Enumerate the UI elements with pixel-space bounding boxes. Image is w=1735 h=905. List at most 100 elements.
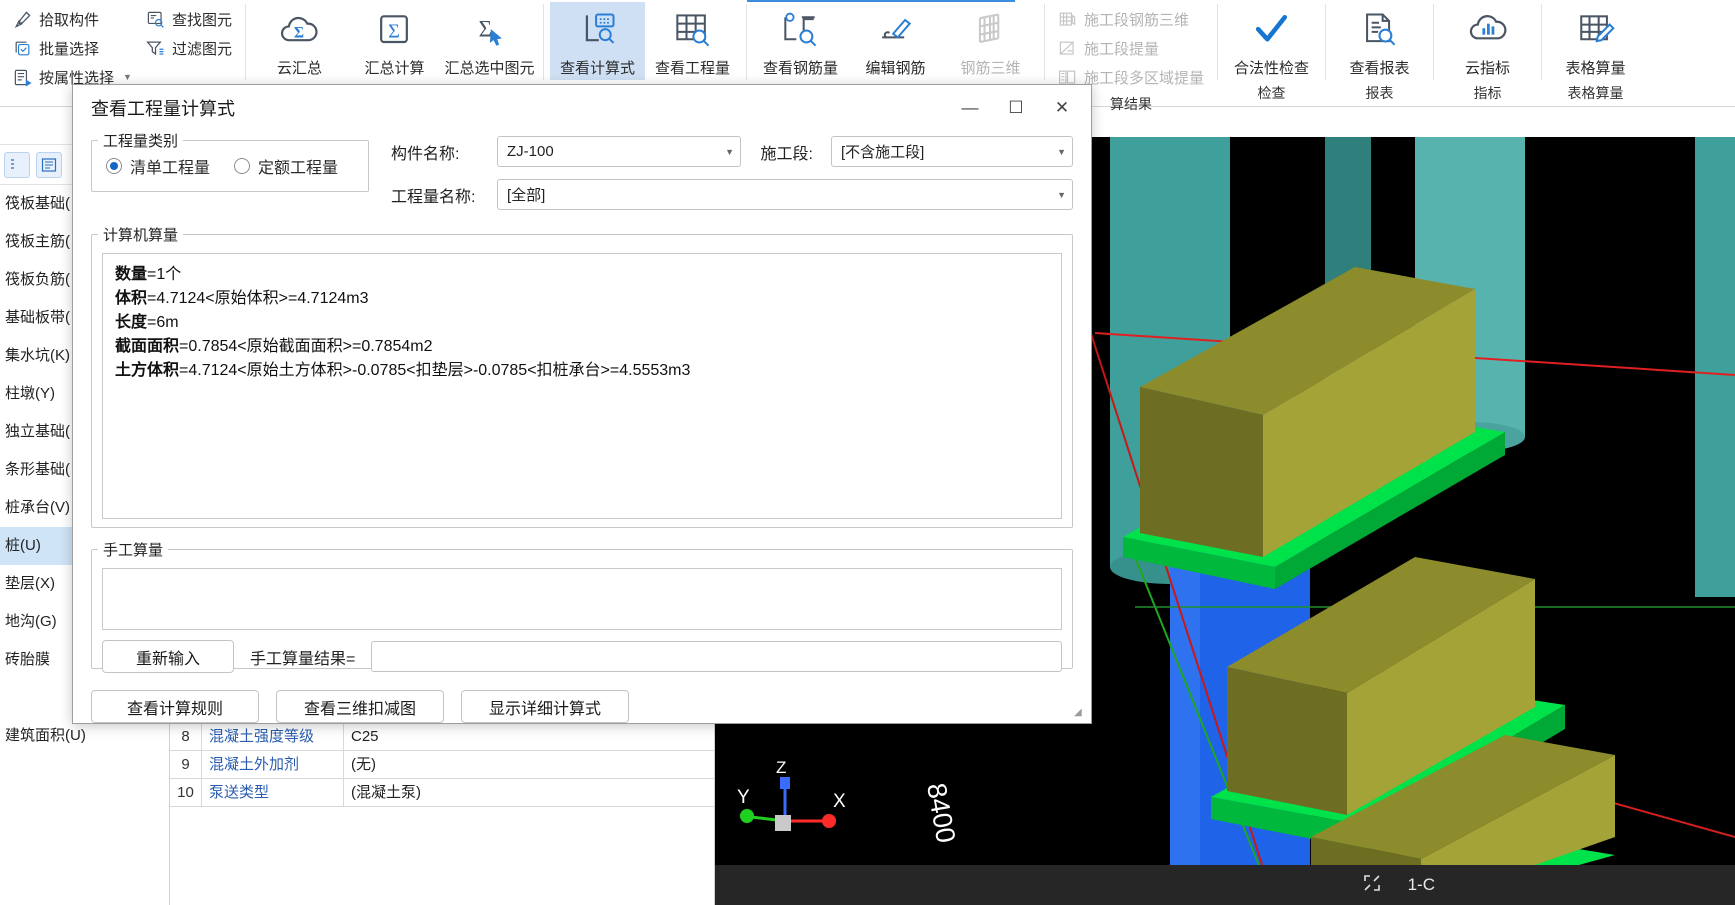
axis-label-x: X — [833, 791, 846, 812]
btn-label: 编辑钢筋 — [865, 60, 926, 77]
btn-rebar-3d-icon[interactable]: 钢筋三维 — [943, 2, 1038, 80]
ribbon-group-check: 合法性检查 检查 — [1218, 0, 1325, 106]
svg-text:Σ: Σ — [479, 17, 492, 42]
btn-label: 查看钢筋量 — [762, 60, 838, 77]
quantity-name-label: 工程量名称: — [391, 188, 476, 206]
ribbon-group-label-check: 检查 — [1257, 85, 1286, 101]
chevron-down-icon: ▼ — [725, 146, 734, 157]
footer-button[interactable]: 查看计算规则 — [91, 690, 259, 723]
cmd-filter-element-icon[interactable]: 过滤图元 — [139, 34, 239, 62]
table-row[interactable]: 10 泵送类型 (混凝土泵) — [170, 779, 714, 807]
cmd-label: 批量选择 — [39, 40, 100, 58]
quantity-name-combo[interactable]: [全部] ▼ — [497, 179, 1073, 210]
ribbon-group-label-table: 表格算量 — [1567, 85, 1624, 101]
btn-label: 钢筋三维 — [960, 60, 1021, 77]
fit-view-icon[interactable] — [1362, 873, 1382, 898]
table-row[interactable]: 9 混凝土外加剂 (无) — [170, 751, 714, 779]
table-row[interactable]: 8 混凝土强度等级 C25 — [170, 723, 714, 751]
manual-result-input[interactable] — [371, 641, 1062, 672]
computer-calc-textarea[interactable]: 数量=1个 体积=4.7124<原始体积>=4.7124m3 长度=6m 截面面积=0… — [102, 253, 1062, 519]
ribbon-group-label-report: 报表 — [1365, 85, 1394, 101]
btn-view-report-icon[interactable]: 查看报表 — [1332, 2, 1427, 80]
radio-option[interactable]: 清单工程量 — [106, 154, 210, 178]
calc-line: 体积=4.7124<原始体积>=4.7124m3 — [115, 287, 1049, 311]
viewport-status-text: 1-C — [1407, 875, 1435, 894]
radio-label: 定额工程量 — [258, 160, 339, 177]
cmd-section-rebar-3d-icon[interactable]: 施工段钢筋三维 — [1051, 5, 1211, 33]
cmd-section-extract-icon[interactable]: 施工段提量 — [1051, 34, 1211, 62]
cmd-label: 施工段多区域提量 — [1083, 69, 1204, 87]
btn-view-rebar-qty-icon[interactable]: 查看钢筋量 — [753, 2, 848, 80]
calc-line: 长度=6m — [115, 311, 1049, 335]
property-table: 8 混凝土强度等级 C25 9 混凝土外加剂 (无) 10 泵送类型 (混凝土泵) — [170, 723, 715, 905]
calc-line-name: 体积 — [115, 290, 148, 307]
cmd-pick-element-icon[interactable]: 拾取构件 — [6, 5, 139, 33]
btn-table-calc-icon[interactable]: 表格算量 — [1548, 2, 1643, 80]
view-quantity-icon — [670, 7, 714, 55]
detail-view-icon[interactable] — [36, 151, 62, 178]
btn-sigma-cursor-icon[interactable]: Σ 汇总选中图元 — [442, 2, 537, 80]
calc-line: 土方体积=4.7124<原始土方体积>-0.0785<扣垫层>-0.0785<扣… — [115, 359, 1049, 383]
btn-view-quantity-icon[interactable]: 查看工程量 — [645, 2, 740, 80]
resize-grip[interactable]: ◢ — [1074, 708, 1086, 720]
btn-sigma-box-icon[interactable]: Σ 汇总计算 — [347, 2, 442, 80]
report-button-row: 查看报表 — [1326, 0, 1433, 80]
list-view-icon[interactable] — [4, 151, 30, 178]
btn-cloud-metrics-icon[interactable]: 云指标 — [1440, 2, 1535, 80]
cmd-label: 施工段提量 — [1083, 40, 1159, 58]
minimize-button[interactable]: — — [947, 86, 993, 130]
cmd-batch-select-icon[interactable]: 批量选择 — [6, 34, 139, 62]
calc-line-name: 数量 — [115, 266, 148, 283]
quantity-category-group: 工程量类别 清单工程量 定额工程量 — [91, 130, 369, 192]
calc-line-expr: =1个 — [147, 266, 182, 283]
row-value[interactable]: (无) — [344, 751, 714, 778]
batch-select-icon — [13, 39, 32, 58]
row-name: 混凝土外加剂 — [202, 751, 344, 778]
view-report-icon — [1357, 7, 1401, 55]
computer-calc-legend: 计算机算量 — [103, 227, 179, 244]
btn-cloud-sum-icon[interactable]: Σ 云汇总 — [252, 2, 347, 80]
footer-button[interactable]: 显示详细计算式 — [461, 690, 629, 723]
radio-option[interactable]: 定额工程量 — [234, 154, 338, 178]
check-mark-icon — [1249, 7, 1293, 55]
check-button-row: 合法性检查 — [1218, 0, 1325, 80]
row-value[interactable]: C25 — [344, 723, 714, 750]
calc-line-name: 截面面积 — [115, 338, 180, 355]
footer-button[interactable]: 查看三维扣减图 — [276, 690, 444, 723]
btn-view-formula-icon[interactable]: 查看计算式 — [549, 2, 645, 80]
btn-edit-rebar-icon[interactable]: 编辑钢筋 — [848, 2, 943, 80]
cmd-label: 拾取构件 — [39, 11, 100, 29]
calc-line: 数量=1个 — [115, 263, 1049, 287]
find-element-icon — [146, 10, 165, 29]
rebar-3d-icon — [968, 7, 1012, 55]
chevron-down-icon[interactable]: ▼ — [123, 72, 132, 82]
quantity-name-value: [全部] — [507, 187, 546, 204]
viewport-status-bar: 1-C — [715, 865, 1735, 905]
section-value: [不含施工段] — [841, 144, 925, 161]
chevron-down-icon: ▼ — [1057, 146, 1066, 157]
close-button[interactable]: ✕ — [1039, 86, 1085, 130]
manual-result-label: 手工算量结果= — [250, 650, 356, 668]
ribbon-group-label-metrics: 指标 — [1473, 85, 1502, 101]
table-calc-icon — [1573, 7, 1617, 55]
manual-calc-textarea[interactable] — [102, 568, 1062, 630]
btn-label: 云指标 — [1464, 60, 1510, 77]
filter-element-icon — [146, 39, 165, 58]
btn-check-mark-icon[interactable]: 合法性检查 — [1224, 2, 1319, 80]
component-name-combo[interactable]: ZJ-100 ▼ — [497, 136, 741, 167]
cmd-find-element-icon[interactable]: 查找图元 — [139, 5, 239, 33]
sigma-cursor-icon: Σ — [467, 7, 511, 55]
btn-label: 汇总选中图元 — [444, 60, 535, 77]
manual-calc-group: 手工算量 重新输入 手工算量结果= — [91, 539, 1073, 673]
section-combo[interactable]: [不含施工段] ▼ — [831, 136, 1073, 167]
cmd-label: 过滤图元 — [171, 40, 232, 58]
section-label: 施工段: — [760, 145, 813, 163]
reinput-button[interactable]: 重新输入 — [102, 640, 234, 673]
select-command-list: 拾取构件 批量选择 按属性选择 ▼ — [6, 2, 139, 91]
maximize-button[interactable]: ☐ — [993, 86, 1039, 130]
manual-calc-row: 重新输入 手工算量结果= — [102, 640, 1062, 673]
cmd-label: 查找图元 — [171, 11, 232, 29]
btn-label: 云汇总 — [276, 60, 322, 77]
row-value[interactable]: (混凝土泵) — [344, 779, 714, 806]
view-formula-icon — [575, 7, 619, 55]
